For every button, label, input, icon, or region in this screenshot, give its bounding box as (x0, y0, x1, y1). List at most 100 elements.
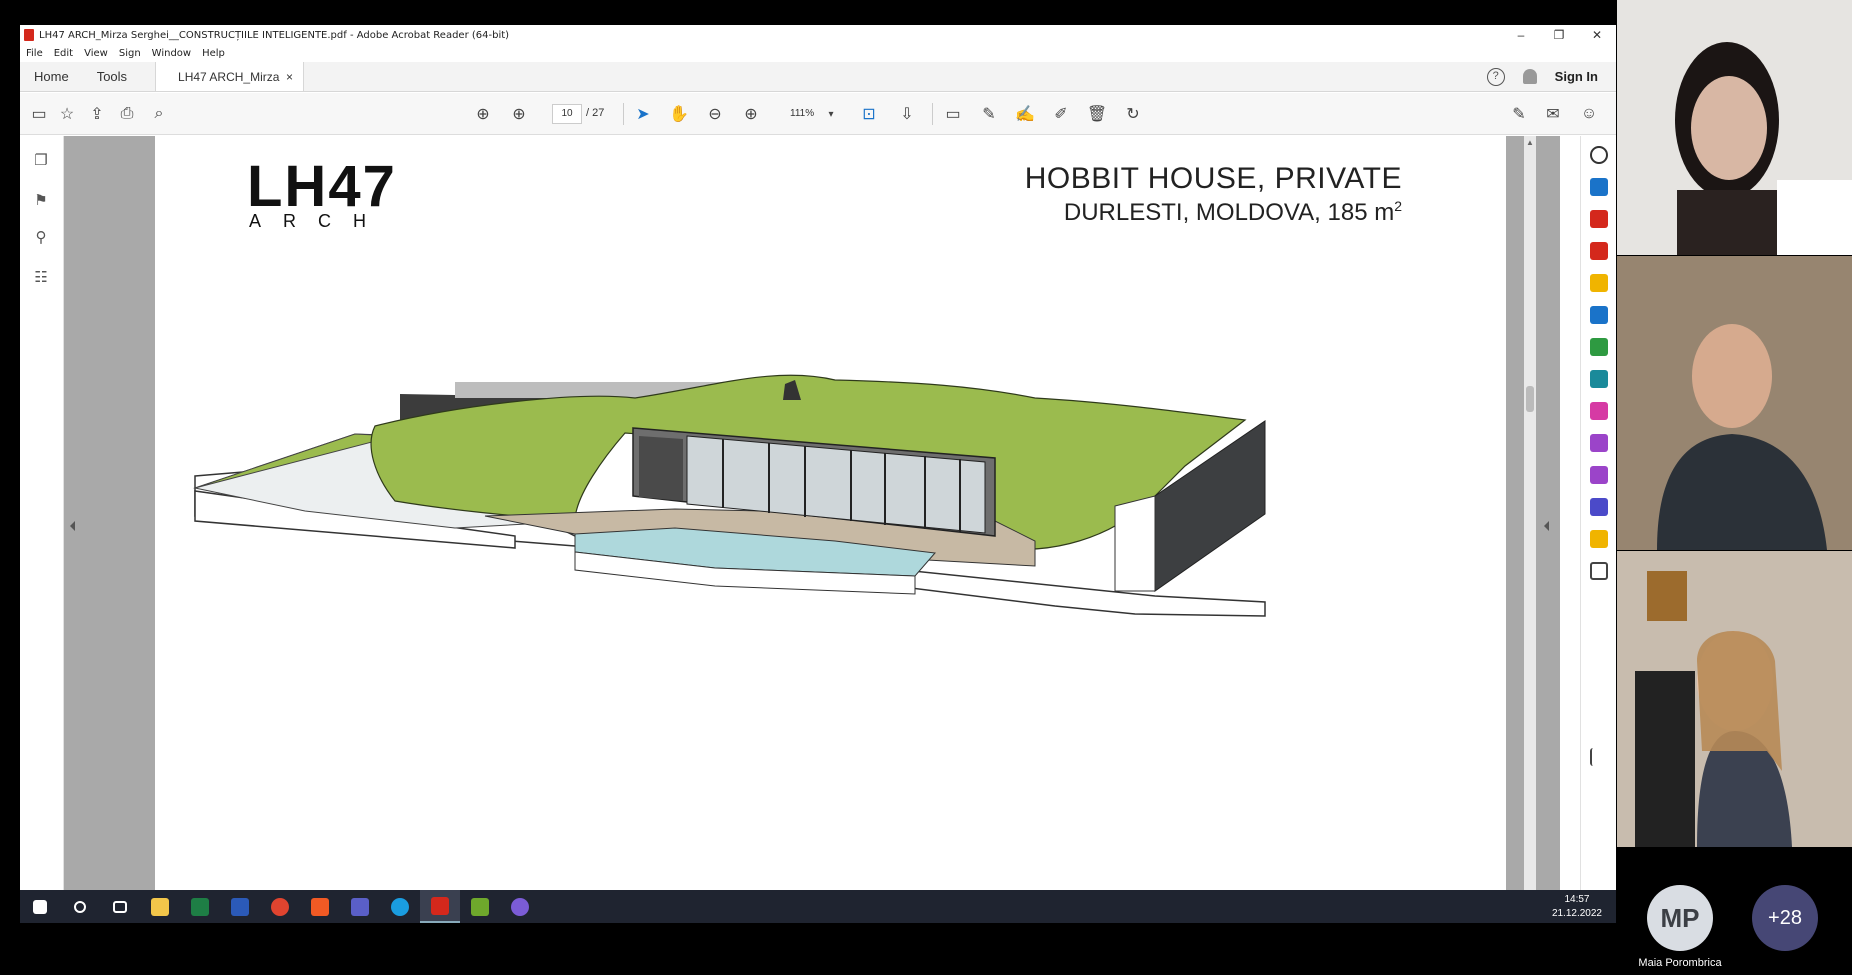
save-icon[interactable]: ▭ (28, 103, 50, 125)
start-button[interactable] (20, 890, 60, 923)
highlight-icon[interactable]: ✎ (978, 103, 1000, 125)
participant-3-image (1617, 551, 1852, 847)
excel-icon (191, 897, 209, 916)
tab-document-label: LH47 ARCH_Mirza ... (178, 70, 280, 114)
scroll-up-icon[interactable]: ▲ (1526, 138, 1534, 147)
participant-name: Maia Porombrica (1638, 957, 1722, 969)
system-clock[interactable]: 14:57 21.12.2022 (1552, 893, 1602, 921)
print-icon[interactable]: ⎙ (116, 103, 138, 125)
more-participants-button[interactable]: +28 (1752, 885, 1818, 951)
create-pdf-icon[interactable] (1590, 178, 1608, 196)
sign-in-button[interactable]: Sign In (1555, 69, 1598, 84)
scroll-thumb[interactable] (1526, 386, 1534, 412)
zoom-tool-icon[interactable] (1590, 146, 1608, 164)
word-button[interactable] (220, 890, 260, 923)
combine-files-icon[interactable] (1590, 306, 1608, 324)
excel-button[interactable] (180, 890, 220, 923)
search-button[interactable] (60, 890, 100, 923)
stamp-icon[interactable]: ✐ (1050, 103, 1072, 125)
cloud-upload-icon[interactable]: ⇪ (86, 103, 108, 125)
send-review-icon[interactable] (1590, 530, 1608, 548)
house-rendering (193, 374, 1266, 617)
maps-button[interactable] (460, 890, 500, 923)
viber-button[interactable] (500, 890, 540, 923)
collapse-pane-icon[interactable] (1590, 748, 1608, 766)
page-total: / 27 (586, 107, 605, 119)
comment-icon[interactable]: ▭ (942, 103, 964, 125)
comment-tool-icon[interactable] (1590, 274, 1608, 292)
export-pdf-icon[interactable] (1590, 242, 1608, 260)
participant-video-3[interactable] (1617, 551, 1852, 847)
participant-avatar[interactable]: MP (1647, 885, 1713, 951)
participant-video-1[interactable] (1617, 0, 1852, 255)
attachments-icon[interactable]: ⚲ (32, 228, 50, 246)
bookmarks-icon[interactable]: ⚑ (32, 191, 50, 209)
prev-page-icon[interactable]: ⊕ (472, 103, 494, 125)
zoom-in-icon[interactable]: ⊕ (740, 103, 762, 125)
select-cursor-icon[interactable]: ➤ (632, 103, 654, 125)
close-window-button[interactable]: ✕ (1578, 25, 1616, 45)
menu-edit[interactable]: Edit (54, 48, 73, 59)
file-explorer-button[interactable] (140, 890, 180, 923)
word-icon (231, 897, 249, 916)
edit-sign-icon[interactable]: ✎ (1508, 103, 1530, 125)
tab-document[interactable]: LH47 ARCH_Mirza ... × (155, 62, 305, 114)
task-view-button[interactable] (100, 890, 140, 923)
collapse-left-panel-icon[interactable] (70, 521, 75, 531)
minimize-button[interactable]: – (1502, 25, 1540, 45)
scroll-mode-icon[interactable]: ⇩ (896, 103, 918, 125)
more-tools-icon[interactable] (1590, 562, 1608, 580)
left-nav-panel: ❐ ⚑ ⚲ ☷ (20, 136, 64, 912)
page-thumbnails-icon[interactable]: ❐ (32, 151, 50, 169)
participants-bar: MP Maia Porombrica +28 (1617, 847, 1852, 975)
compress-pdf-icon[interactable] (1590, 466, 1608, 484)
collapse-right-panel-icon[interactable] (1544, 521, 1549, 531)
next-page-icon[interactable]: ⊕ (508, 103, 530, 125)
skype-icon (391, 897, 409, 916)
draw-icon[interactable]: ✍ (1014, 103, 1036, 125)
menu-window[interactable]: Window (152, 48, 191, 59)
zoom-search-icon[interactable]: ⌕ (148, 103, 170, 125)
tab-tools[interactable]: Tools (83, 62, 141, 91)
brave-button[interactable] (300, 890, 340, 923)
request-signature-icon[interactable] (1590, 434, 1608, 452)
title-bar: LH47 ARCH_Mirza Serghei__CONSTRUCȚIILE I… (20, 25, 1616, 45)
acrobat-icon (431, 896, 449, 915)
page-fit-icon[interactable]: ⊡ (858, 103, 880, 125)
menu-help[interactable]: Help (202, 48, 225, 59)
tab-close-icon[interactable]: × (286, 62, 293, 91)
participant-video-2[interactable] (1617, 256, 1852, 550)
menu-sign[interactable]: Sign (119, 48, 141, 59)
scan-icon[interactable] (1590, 370, 1608, 388)
hand-tool-icon[interactable]: ✋ (668, 103, 690, 125)
brave-icon (311, 897, 329, 916)
zoom-out-icon[interactable]: ⊖ (704, 103, 726, 125)
email-icon[interactable]: ✉ (1542, 103, 1564, 125)
task-view-icon (113, 900, 127, 913)
restore-button[interactable]: ❐ (1540, 25, 1578, 45)
organize-pages-icon[interactable] (1590, 210, 1608, 228)
fill-sign-icon[interactable] (1590, 402, 1608, 420)
page-number-input[interactable]: 10 (552, 104, 582, 124)
vertical-scrollbar[interactable]: ▲ ▼ (1524, 136, 1536, 912)
windows-taskbar: 14:57 21.12.2022 (20, 890, 1616, 923)
notification-bell-icon[interactable] (1522, 69, 1537, 84)
tab-home[interactable]: Home (20, 62, 83, 91)
acrobat-taskbar-button[interactable] (420, 890, 460, 923)
protect-icon[interactable] (1590, 498, 1608, 516)
skype-button[interactable] (380, 890, 420, 923)
participant-1-image (1617, 0, 1852, 255)
rotate-icon[interactable]: ↻ (1122, 103, 1144, 125)
share-user-icon[interactable]: ☺ (1578, 103, 1600, 125)
edit-pdf-icon[interactable] (1590, 338, 1608, 356)
layers-icon[interactable]: ☷ (32, 268, 50, 286)
menu-view[interactable]: View (84, 48, 108, 59)
clock-time: 14:57 (1564, 894, 1590, 905)
teams-button[interactable] (340, 890, 380, 923)
help-icon[interactable]: ? (1486, 67, 1505, 86)
bookmark-star-icon[interactable]: ☆ (56, 103, 78, 125)
menu-file[interactable]: File (26, 48, 43, 59)
chrome-button[interactable] (260, 890, 300, 923)
zoom-dropdown-icon[interactable]: ▾ (820, 103, 842, 125)
delete-icon[interactable]: 🗑 (1086, 103, 1108, 125)
